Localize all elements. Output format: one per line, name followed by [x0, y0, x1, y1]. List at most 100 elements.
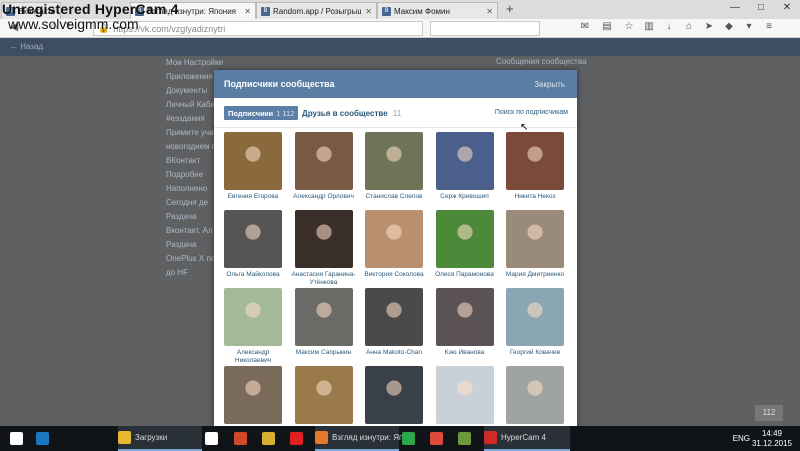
- member-name[interactable]: Мария Дмитриенко: [501, 271, 569, 279]
- browser-tab[interactable]: B Максим Фомин ✕: [377, 2, 498, 19]
- member-card[interactable]: Виктория Соколова: [360, 210, 428, 279]
- member-card[interactable]: Максим Сапрыкин: [290, 288, 358, 357]
- member-card[interactable]: Евгения Егорова: [219, 132, 287, 201]
- member-card[interactable]: Анна Makoto-Chan: [360, 288, 428, 357]
- member-name[interactable]: Ольга Майкопова: [219, 271, 287, 279]
- member-card[interactable]: Никита Некоз: [501, 132, 569, 201]
- taskbar-item[interactable]: [205, 426, 227, 451]
- taskbar-item[interactable]: [430, 426, 452, 451]
- url-bar[interactable]: 🔒 https://vk.com/vzglyadiznytri: [93, 21, 423, 36]
- member-name[interactable]: Станислав Слепов: [360, 193, 428, 201]
- member-avatar[interactable]: [294, 288, 353, 346]
- member-card[interactable]: [219, 366, 287, 427]
- member-avatar[interactable]: [365, 288, 423, 346]
- language-indicator[interactable]: ENG: [733, 434, 750, 443]
- member-avatar[interactable]: [365, 132, 423, 190]
- system-clock[interactable]: 14:49 31.12.2015: [752, 429, 792, 449]
- maximize-button[interactable]: □: [752, 2, 770, 13]
- right-link[interactable]: Сообщения сообщества: [496, 56, 606, 68]
- member-avatar[interactable]: [294, 210, 353, 268]
- download-icon[interactable]: ↓: [662, 21, 676, 32]
- member-name[interactable]: Евгения Егорова: [219, 193, 287, 201]
- member-name[interactable]: Серж Кривошип: [431, 193, 499, 201]
- member-name[interactable]: Анна Makoto-Chan: [360, 349, 428, 357]
- back-link[interactable]: ← Назад: [10, 42, 43, 51]
- search-input[interactable]: [430, 21, 540, 36]
- member-avatar[interactable]: [224, 366, 282, 424]
- home-button-icon[interactable]: ⌂: [682, 21, 696, 32]
- reader-icon[interactable]: ▤: [600, 21, 614, 32]
- counter-badge[interactable]: 112: [755, 405, 783, 421]
- member-card[interactable]: [501, 366, 569, 427]
- menu-item[interactable]: Мои Настройки: [166, 56, 256, 70]
- library-icon[interactable]: ▥: [642, 21, 656, 32]
- member-card[interactable]: Кэю Иванова: [431, 288, 499, 357]
- member-card[interactable]: Ольга Майкопова: [219, 210, 287, 279]
- member-avatar[interactable]: [506, 210, 564, 268]
- member-avatar[interactable]: [224, 288, 282, 346]
- member-name[interactable]: Олеся Парамонова: [431, 271, 499, 279]
- taskbar-item[interactable]: [36, 426, 56, 451]
- hamburger-menu-icon[interactable]: ≡: [762, 21, 776, 32]
- taskbar-item[interactable]: Загрузки: [118, 426, 202, 451]
- tab-count: 11: [392, 109, 402, 118]
- close-modal-button[interactable]: Закрыть: [534, 80, 565, 89]
- taskbar-item[interactable]: [10, 426, 30, 451]
- member-card[interactable]: Георгий Ковачев: [501, 288, 569, 357]
- close-window-button[interactable]: ✕: [778, 2, 796, 13]
- mail-icon[interactable]: ✉: [578, 21, 592, 32]
- member-name[interactable]: Никита Некоз: [501, 193, 569, 201]
- member-card[interactable]: Анастасия Гаранина-Утёнкова: [290, 210, 358, 287]
- new-tab-button[interactable]: +: [506, 1, 514, 16]
- browser-tab[interactable]: B Random.app / Розыгрыш... ✕: [256, 2, 377, 19]
- member-card[interactable]: Мария Дмитриенко: [501, 210, 569, 279]
- member-avatar[interactable]: [435, 288, 494, 346]
- send-icon[interactable]: ➤: [702, 21, 716, 32]
- tab-friends[interactable]: Друзья в сообществе 11: [302, 109, 401, 118]
- member-avatar[interactable]: [435, 210, 494, 268]
- member-card[interactable]: Станислав Слепов: [360, 132, 428, 201]
- taskbar-item[interactable]: [290, 426, 312, 451]
- member-name[interactable]: Анастасия Гаранина-Утёнкова: [290, 271, 358, 287]
- member-name[interactable]: Александр Орлович: [290, 193, 358, 201]
- member-avatar[interactable]: [506, 288, 564, 346]
- tab-subscribers[interactable]: Подписчики 1 112: [224, 106, 299, 120]
- taskbar-item[interactable]: [458, 426, 480, 451]
- member-avatar[interactable]: [506, 132, 564, 190]
- member-name[interactable]: Кэю Иванова: [431, 349, 499, 357]
- minimize-button[interactable]: —: [726, 2, 744, 13]
- member-name[interactable]: Виктория Соколова: [360, 271, 428, 279]
- member-avatar[interactable]: [365, 366, 423, 424]
- taskbar-item[interactable]: [402, 426, 424, 451]
- member-card[interactable]: Александр Орлович: [290, 132, 358, 201]
- menu-dropdown-icon[interactable]: ▾: [742, 21, 756, 32]
- member-card[interactable]: Олеся Парамонова: [431, 210, 499, 279]
- clock-date: 31.12.2015: [751, 439, 792, 448]
- bookmark-star-icon[interactable]: ☆: [622, 21, 636, 32]
- member-avatar[interactable]: [224, 210, 282, 268]
- member-card[interactable]: Александр Николаевич: [219, 288, 287, 365]
- member-name[interactable]: Максим Сапрыкин: [290, 349, 358, 357]
- taskbar-item[interactable]: HyperCam 4: [484, 426, 570, 451]
- member-avatar[interactable]: [224, 132, 282, 190]
- member-avatar[interactable]: [506, 366, 564, 424]
- member-name[interactable]: Георгий Ковачев: [501, 349, 569, 357]
- member-card[interactable]: Серж Кривошип: [431, 132, 499, 201]
- taskbar-item[interactable]: [234, 426, 256, 451]
- member-avatar[interactable]: [365, 210, 423, 268]
- taskbar-item[interactable]: Взгляд изнутри: Япо...: [315, 426, 414, 451]
- taskbar-item[interactable]: [262, 426, 284, 451]
- member-avatar[interactable]: [294, 132, 353, 190]
- member-name[interactable]: Александр Николаевич: [219, 349, 287, 365]
- search-subscribers-link[interactable]: Поиск по подписчикам: [495, 109, 568, 116]
- member-card[interactable]: [290, 366, 358, 427]
- close-tab-icon[interactable]: ✕: [244, 7, 251, 16]
- member-avatar[interactable]: [435, 366, 494, 424]
- extension-icon[interactable]: ◆: [722, 21, 736, 32]
- close-tab-icon[interactable]: ✕: [486, 7, 493, 16]
- member-card[interactable]: [360, 366, 428, 427]
- close-tab-icon[interactable]: ✕: [365, 7, 372, 16]
- member-avatar[interactable]: [435, 132, 494, 190]
- member-card[interactable]: [431, 366, 499, 427]
- member-avatar[interactable]: [294, 366, 353, 424]
